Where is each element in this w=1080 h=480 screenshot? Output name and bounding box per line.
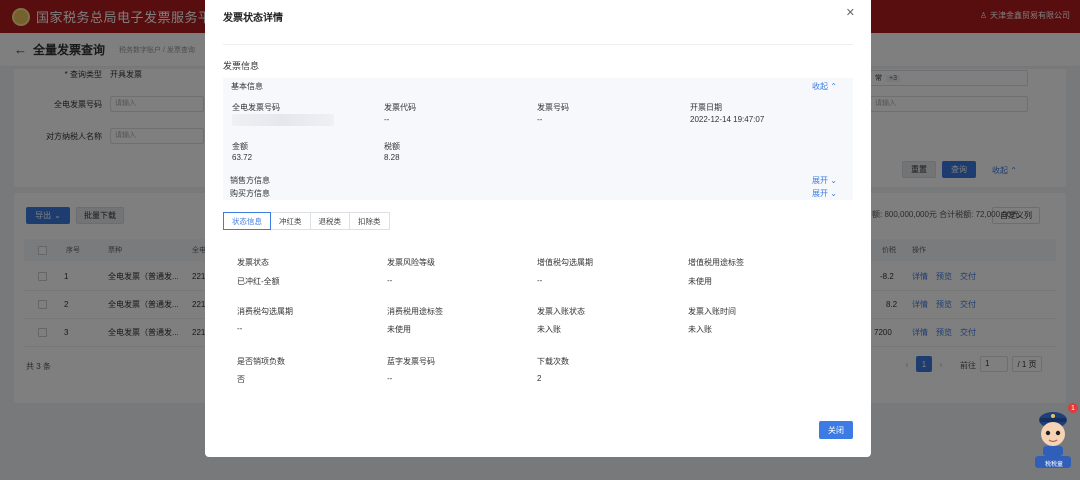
status-value: 未使用: [688, 277, 712, 286]
status-label: 增值税用途标签: [688, 258, 744, 267]
tab-deduction[interactable]: 扣除类: [349, 212, 390, 230]
status-label: 发票入账时间: [688, 307, 736, 316]
notification-badge: 1: [1068, 403, 1078, 413]
status-value: 未入账: [537, 325, 561, 334]
close-button[interactable]: 关闭: [819, 421, 853, 439]
close-icon[interactable]: ✕: [846, 6, 855, 19]
status-value: 未使用: [387, 325, 411, 334]
status-value: 否: [237, 375, 245, 384]
basic-info-collapse-toggle[interactable]: 收起 ⌃: [812, 81, 837, 92]
field-label: 全电发票号码: [232, 103, 280, 112]
basic-collapse-label: 收起: [812, 82, 828, 91]
buyer-expand-label: 展开: [812, 189, 828, 198]
seller-info-label: 销售方信息: [230, 176, 270, 185]
seller-expand-label: 展开: [812, 176, 828, 185]
tab-status[interactable]: 状态信息: [223, 212, 271, 230]
status-value: --: [387, 374, 393, 383]
chevron-down-icon: ⌄: [830, 176, 837, 185]
status-value: 已冲红-全额: [237, 277, 280, 286]
field-value: 2022-12-14 19:47:07: [690, 115, 765, 124]
status-label: 发票状态: [237, 258, 269, 267]
status-label: 是否销项负数: [237, 357, 285, 366]
seller-expand-toggle[interactable]: 展开 ⌄: [812, 175, 837, 186]
field-value: --: [537, 115, 543, 124]
field-value: --: [384, 115, 390, 124]
status-value: --: [237, 324, 243, 333]
invoice-number-redacted: [232, 114, 334, 126]
field-value: 8.28: [384, 153, 400, 162]
modal-divider: [223, 44, 853, 45]
basic-info-box: 基本信息 收起 ⌃ 全电发票号码 发票代码 -- 发票号码 -- 开票日期 20…: [223, 78, 853, 200]
status-label: 增值税勾选属期: [537, 258, 593, 267]
status-label: 蓝字发票号码: [387, 357, 435, 366]
chevron-down-icon: ⌄: [830, 189, 837, 198]
status-label: 下载次数: [537, 357, 569, 366]
status-value: --: [387, 276, 393, 285]
field-label: 税额: [384, 142, 400, 151]
field-label: 发票号码: [537, 103, 569, 112]
section-title: 发票信息: [223, 61, 260, 71]
status-label: 消费税勾选属期: [237, 307, 293, 316]
field-label: 金额: [232, 142, 248, 151]
mascot-label: 税税童: [1044, 462, 1063, 468]
buyer-info-label: 购买方信息: [230, 189, 270, 198]
modal-title: 发票状态详情: [223, 13, 283, 24]
status-label: 发票入账状态: [537, 307, 585, 316]
status-value: 2: [537, 374, 542, 383]
status-value: --: [537, 276, 543, 285]
status-label: 发票风险等级: [387, 258, 435, 267]
tab-red-reversal[interactable]: 冲红类: [270, 212, 311, 230]
status-value: 未入账: [688, 325, 712, 334]
tab-tax-refund[interactable]: 退税类: [309, 212, 350, 230]
field-label: 发票代码: [384, 103, 416, 112]
status-label: 消费税用途标签: [387, 307, 443, 316]
buyer-expand-toggle[interactable]: 展开 ⌄: [812, 188, 837, 199]
chevron-up-icon: ⌃: [830, 82, 837, 91]
invoice-status-modal: 发票状态详情 ✕ 发票信息 基本信息 收起 ⌃ 全电发票号码 发票代码 -- 发…: [205, 0, 871, 457]
field-value: 63.72: [232, 153, 253, 162]
detail-tabs: 状态信息 冲红类 退税类 扣除类: [223, 212, 390, 230]
basic-info-title: 基本信息: [231, 82, 263, 91]
field-label: 开票日期: [690, 103, 722, 112]
